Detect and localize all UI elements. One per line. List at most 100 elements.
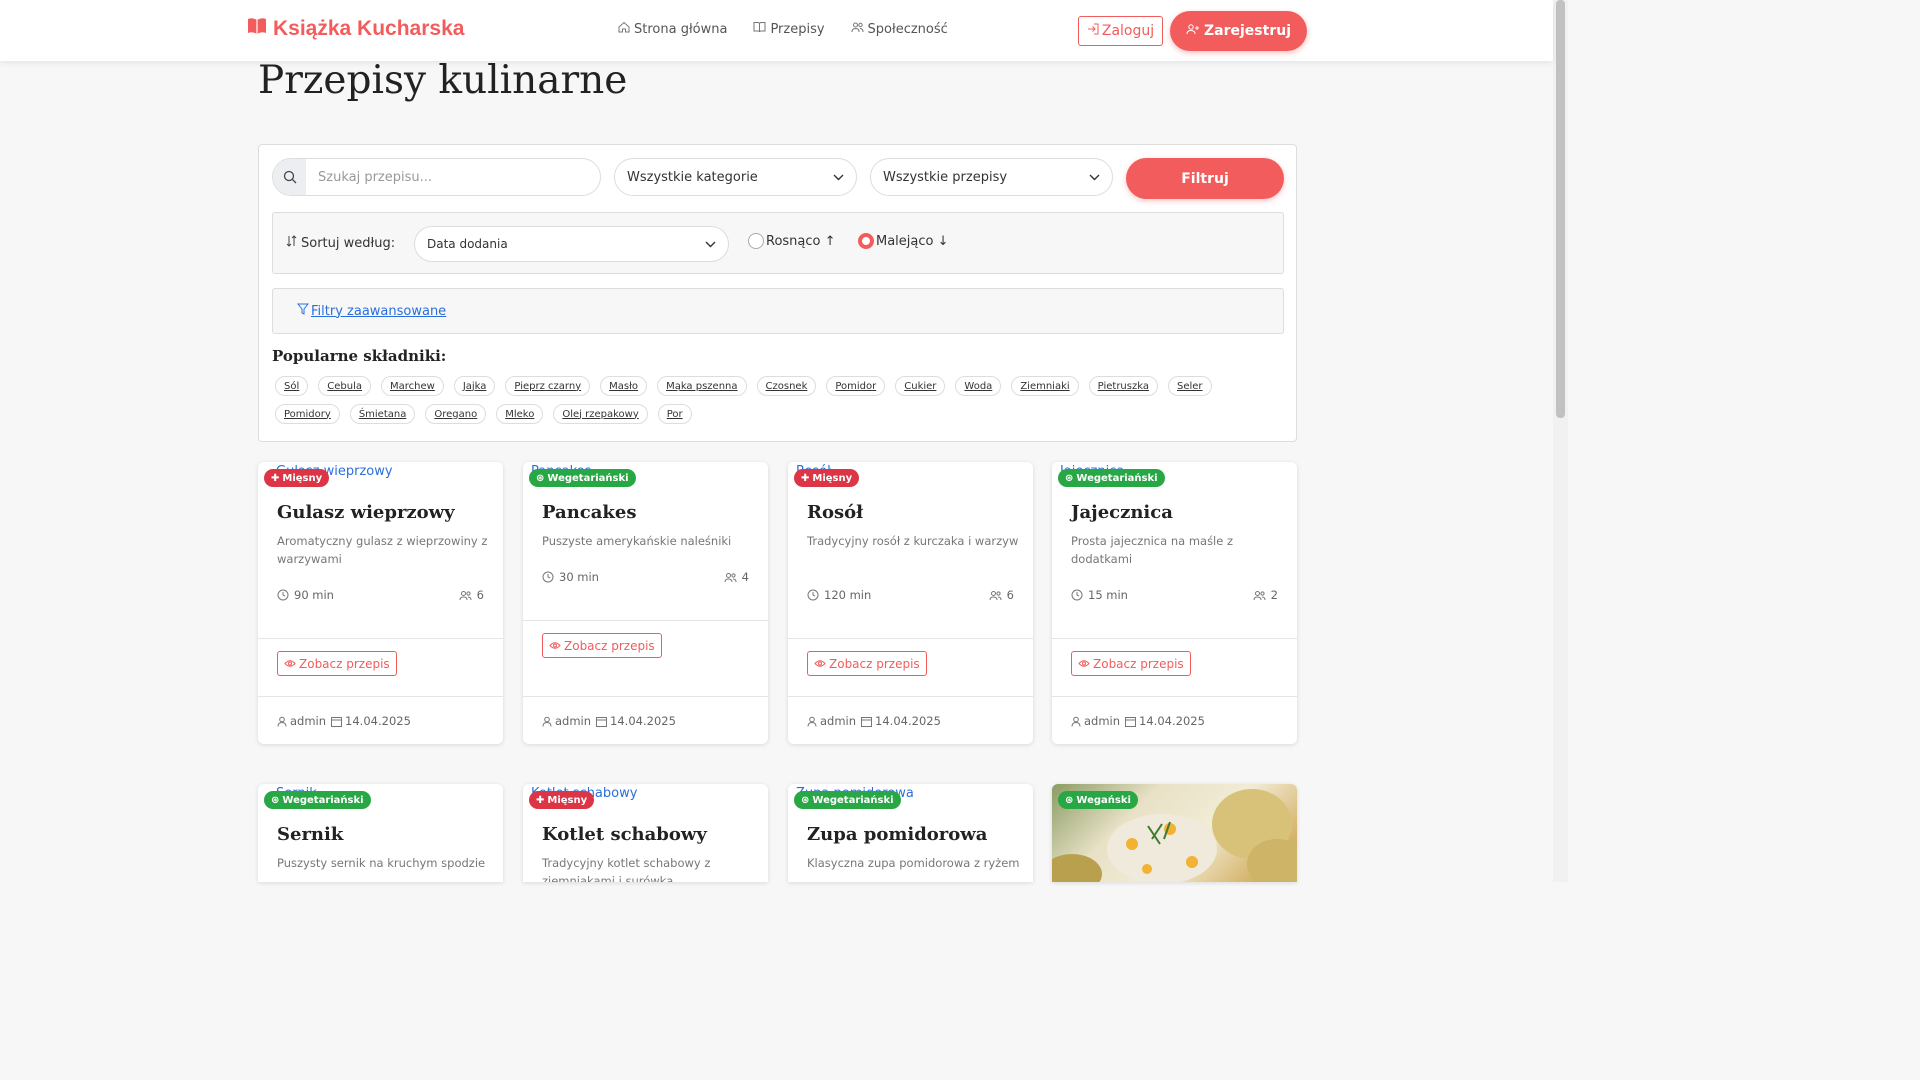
category-badge-label: Mięsny	[282, 472, 323, 484]
recipe-title[interactable]: Gulasz wieprzowy	[277, 502, 455, 523]
register-button[interactable]: Zarejestruj	[1170, 11, 1307, 51]
sort-label-text: Sortuj według:	[301, 235, 396, 251]
recipe-title[interactable]: Jajecznica	[1071, 502, 1173, 523]
leaf-icon: ⊛	[801, 794, 810, 806]
view-recipe-button[interactable]: Zobacz przepis	[1071, 651, 1191, 676]
card-footer: admin 14.04.2025	[807, 714, 941, 728]
ingredient-tag[interactable]: Pietruszka	[1088, 376, 1158, 396]
nav-community[interactable]: Społeczność	[851, 21, 948, 37]
recipe-servings: 6	[476, 588, 484, 602]
card-divider	[1052, 696, 1297, 697]
ingredient-tag[interactable]: Masło	[600, 376, 648, 396]
meat-icon: ✚	[536, 794, 545, 806]
radio-circle[interactable]	[748, 233, 764, 249]
card-divider	[523, 620, 768, 621]
nav-home-label: Strona główna	[634, 21, 728, 37]
user-icon	[542, 716, 552, 727]
advanced-filters-link[interactable]: Filtry zaawansowane	[296, 303, 447, 319]
recipe-time: 90 min	[294, 588, 334, 602]
recipe-description: Tradycyjny rosół z kurczaka i warzyw	[807, 534, 1019, 548]
ingredient-tag[interactable]: Woda	[955, 376, 1002, 396]
recipe-author: admin	[290, 714, 327, 728]
ingredient-tag[interactable]: Pomidor	[826, 376, 886, 396]
ingredient-tag[interactable]: Por	[657, 404, 692, 424]
ingredient-tag[interactable]: Ziemniaki	[1011, 376, 1079, 396]
ingredient-tag[interactable]: Mleko	[496, 404, 544, 424]
nav-recipes-label: Przepisy	[770, 21, 825, 37]
brand-logo[interactable]: Książka Kucharska	[247, 17, 464, 41]
ingredient-tag[interactable]: Cukier	[895, 376, 946, 396]
category-badge: ✚ Mięsny	[794, 469, 860, 487]
view-recipe-label: Zobacz przepis	[299, 656, 390, 671]
sort-ascending-radio[interactable]: Rosnąco ↑	[748, 233, 836, 249]
page-title: Przepisy kulinarne	[258, 58, 628, 103]
sort-descending-radio[interactable]: Malejąco ↓	[858, 233, 949, 249]
login-icon	[1087, 23, 1099, 39]
ingredient-tag[interactable]: Sól	[275, 376, 309, 396]
recipe-date: 14.04.2025	[345, 714, 411, 728]
category-badge-label: Wegański	[1076, 794, 1131, 806]
ingredient-tag[interactable]: Pomidory	[275, 404, 340, 424]
recipe-description: Klasyczna zupa pomidorowa z ryżem	[807, 856, 1020, 870]
register-label: Zarejestruj	[1204, 23, 1291, 39]
filter-button[interactable]: Filtruj	[1126, 158, 1284, 199]
recipe-author: admin	[555, 714, 592, 728]
user-plus-icon	[1186, 23, 1200, 39]
ingredient-tag[interactable]: Cebula	[318, 376, 371, 396]
view-recipe-button[interactable]: Zobacz przepis	[807, 651, 927, 676]
nav-home[interactable]: Strona główna	[618, 21, 727, 37]
leaf-icon: ⊛	[271, 794, 280, 806]
recipe-title[interactable]: Rosół	[807, 502, 863, 523]
category-badge: ⊛ Wegetariański	[264, 791, 371, 809]
recipe-title[interactable]: Pancakes	[542, 502, 636, 523]
eye-icon	[549, 639, 561, 653]
users-icon	[851, 21, 864, 37]
user-icon	[1071, 716, 1081, 727]
ingredient-tag[interactable]: Marchew	[380, 376, 444, 396]
sort-ascending-label: Rosnąco ↑	[766, 233, 836, 249]
ingredient-tag[interactable]: Czosnek	[756, 376, 817, 396]
card-divider	[523, 696, 768, 697]
calendar-icon	[861, 716, 873, 727]
recipe-description: Puszyste amerykańskie naleśniki	[542, 534, 732, 548]
ingredient-tag[interactable]: Oregano	[425, 404, 487, 424]
category-select[interactable]: Wszystkie kategorie	[614, 158, 857, 196]
login-button[interactable]: Zaloguj	[1078, 16, 1163, 46]
ingredient-tag[interactable]: Jajka	[453, 376, 496, 396]
ingredient-tag[interactable]: Seler	[1167, 376, 1212, 396]
advanced-filters-label: Filtry zaawansowane	[311, 303, 447, 319]
recipe-card: ⊛ Wegański	[1052, 784, 1297, 882]
recipe-meta: 120 min 6	[807, 588, 1014, 602]
recipe-title[interactable]: Zupa pomidorowa	[807, 824, 987, 845]
popular-ingredients-title: Popularne składniki:	[272, 347, 447, 365]
chevron-down-icon	[705, 237, 716, 251]
ingredient-tags: Sól Cebula Marchew Jajka Pieprz czarny M…	[275, 376, 1285, 424]
radio-circle-checked[interactable]	[858, 233, 874, 249]
user-icon	[807, 716, 817, 727]
view-recipe-button[interactable]: Zobacz przepis	[277, 651, 397, 676]
ingredient-tag[interactable]: Mąka pszenna	[657, 376, 747, 396]
recipes-select[interactable]: Wszystkie przepisy	[870, 158, 1113, 196]
sort-box: Sortuj według: Data dodania Rosnąco ↑ Ma…	[272, 212, 1284, 274]
category-badge: ⊛ Wegetariański	[1058, 469, 1165, 487]
page-scrollbar[interactable]	[1553, 0, 1568, 882]
recipe-description: Puszysty sernik na kruchym spodzie	[277, 856, 486, 870]
search-box[interactable]: Szukaj przepisu...	[272, 158, 601, 196]
recipe-title[interactable]: Sernik	[277, 824, 343, 845]
nav-recipes[interactable]: Przepisy	[753, 21, 825, 37]
user-icon	[277, 716, 287, 727]
ingredient-tag[interactable]: Olej rzepakowy	[553, 404, 648, 424]
recipe-title[interactable]: Kotlet schabowy	[542, 824, 707, 845]
recipe-card: Zupa pomidorowa ⊛ Wegetariański Zupa pom…	[788, 784, 1033, 882]
view-recipe-button[interactable]: Zobacz przepis	[542, 633, 662, 658]
nav-community-label: Społeczność	[867, 21, 948, 37]
ingredient-tag[interactable]: Śmietana	[349, 404, 416, 424]
sort-select[interactable]: Data dodania	[414, 226, 729, 262]
ingredient-tag[interactable]: Pieprz czarny	[505, 376, 591, 396]
clock-icon	[807, 589, 819, 601]
search-input[interactable]: Szukaj przepisu...	[306, 159, 600, 195]
sort-label: Sortuj według:	[286, 235, 395, 251]
scrollbar-thumb[interactable]	[1556, 0, 1565, 418]
recipe-card: Pancakes ⊛ Wegetariański Pancakes Puszys…	[523, 462, 768, 744]
category-badge: ⊛ Wegetariański	[794, 791, 901, 809]
